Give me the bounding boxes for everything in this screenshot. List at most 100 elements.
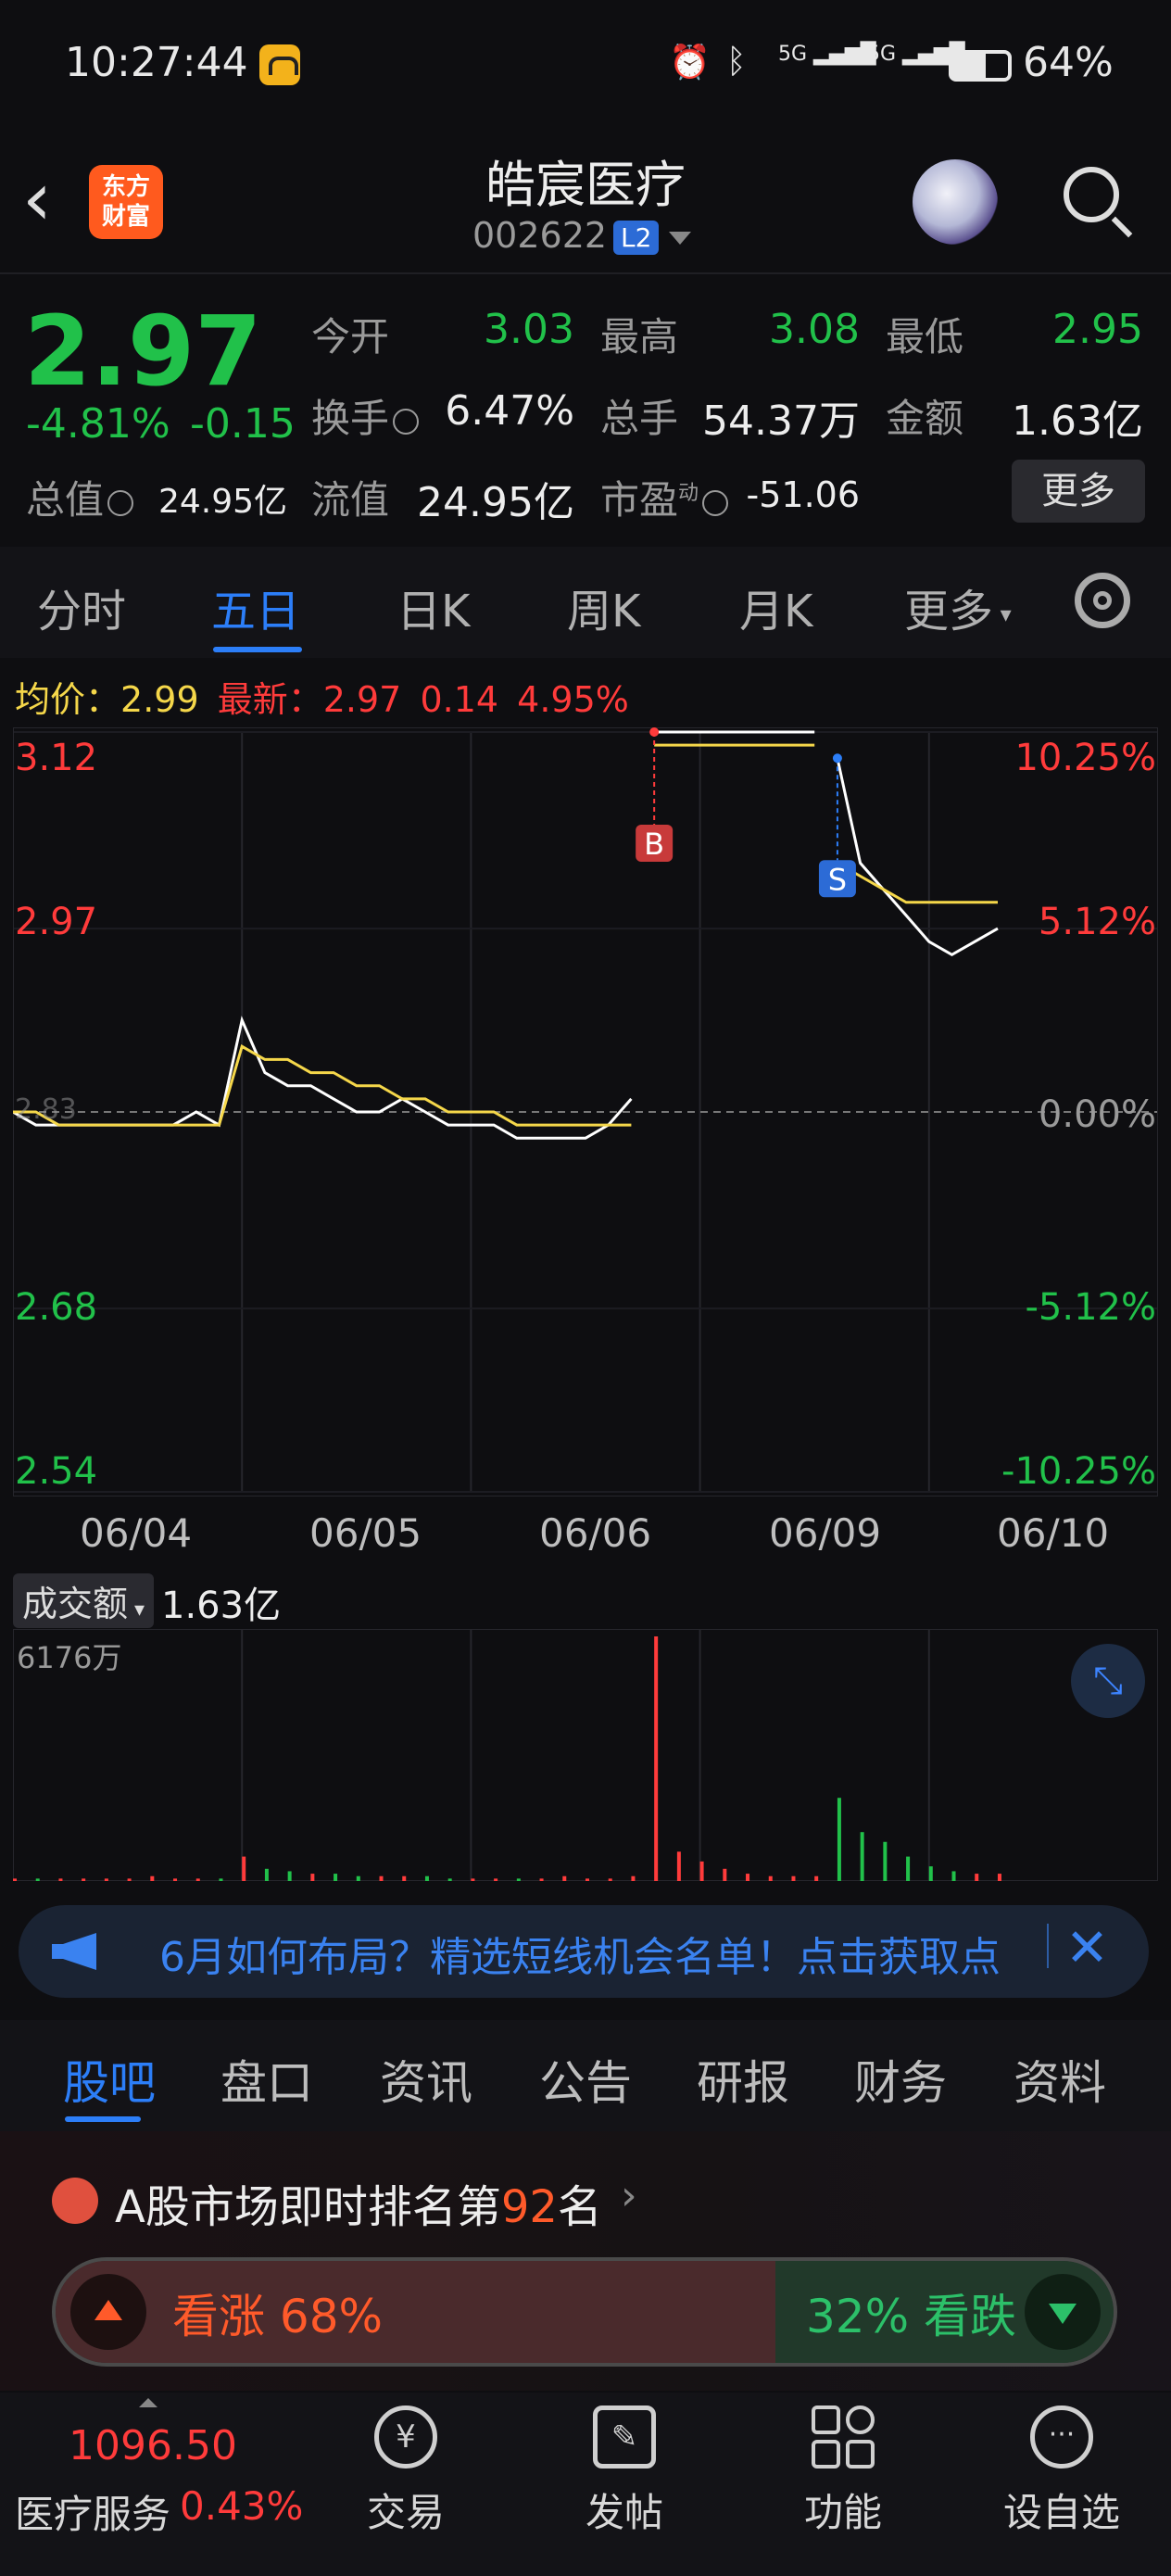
yen-icon: ¥ [374, 2406, 437, 2469]
marker-label: B [644, 827, 664, 862]
volume-frame [13, 1629, 1158, 1881]
x-tick: 06/09 [769, 1510, 882, 1556]
y-left-tick: 2.97 [15, 901, 98, 943]
nav-trade[interactable]: ¥ 交易 [332, 2406, 480, 2538]
y-right-tick: -10.25% [1001, 1450, 1156, 1493]
divider [0, 272, 1171, 274]
float-value: 24.95亿 [417, 479, 574, 526]
avg-price-bar: 均价：2.99 最新：2.97 0.14 4.95% [15, 679, 629, 720]
volume-bar [975, 1874, 979, 1881]
high-value: 3.08 [769, 306, 860, 353]
sector-index-value[interactable]: 1096.50 [69, 2422, 237, 2469]
level2-badge[interactable]: L2 [613, 221, 660, 255]
status-bar: 10:27:44 ⏰ ᛒ 5G ▂▄▆█ 5G ▂▄▆█ 64% [0, 0, 1171, 139]
bearish-arrow-icon[interactable] [1025, 2274, 1101, 2350]
tab-announcements[interactable]: 公告 [539, 2046, 632, 2113]
five-day-chart[interactable]: BS [13, 727, 1158, 1496]
y-right-tick: 10.25% [1014, 737, 1156, 779]
edit-icon: ✎ [593, 2406, 656, 2469]
float-label: 流值 [311, 477, 390, 523]
nav-post[interactable]: ✎ 发帖 [550, 2406, 699, 2538]
chevron-right-icon[interactable]: › [621, 2172, 637, 2219]
tab-daily-k[interactable]: 日K [397, 575, 470, 639]
y-right-tick: 0.00% [1038, 1093, 1156, 1136]
volume-bar [860, 1832, 864, 1881]
volume-bar [516, 1878, 521, 1881]
x-tick: 06/06 [539, 1510, 652, 1556]
info-icon[interactable] [107, 489, 134, 516]
change-amount: -0.15 [190, 400, 296, 448]
bullish-label[interactable]: 看涨 68% [172, 2279, 383, 2346]
expand-icon[interactable]: ⤡ [1071, 1644, 1145, 1718]
volume-bar [837, 1798, 841, 1881]
tab-orderbook[interactable]: 盘口 [220, 2046, 313, 2113]
ranking-text[interactable]: A股市场即时排名第92名 [115, 2170, 602, 2235]
volume-bar [173, 1878, 178, 1881]
sector-name[interactable]: 医疗服务 [15, 2483, 170, 2540]
assistant-avatar[interactable] [913, 159, 998, 245]
change-percent: -4.81% [26, 400, 170, 448]
bearish-label[interactable]: 32% 看跌 [806, 2279, 1016, 2346]
info-icon[interactable] [393, 408, 420, 435]
tab-weekly-k[interactable]: 周K [567, 575, 640, 639]
more-quote-button[interactable]: 更多 [1012, 460, 1145, 523]
y-left-tick: 2.54 [15, 1450, 98, 1493]
close-icon[interactable]: ✕ [1065, 1918, 1109, 1978]
volume-chart [13, 1629, 1158, 1881]
volume-metric-select[interactable]: 成交额 ▾ [13, 1573, 155, 1628]
notification-app-icon [259, 44, 300, 85]
tab-intraday[interactable]: 分时 [37, 575, 126, 639]
volume-bar [150, 1875, 155, 1881]
high-label: 最高 [600, 314, 679, 360]
volume-bar [586, 1878, 589, 1881]
volume-bar [631, 1875, 636, 1881]
tab-five-day[interactable]: 五日 [211, 575, 300, 639]
y-left-tick: 2.83 [15, 1093, 77, 1126]
tab-news[interactable]: 资讯 [380, 2046, 472, 2113]
volume-bar [287, 1871, 292, 1881]
megaphone-icon [52, 1933, 96, 1970]
tab-finance[interactable]: 财务 [854, 2046, 947, 2113]
tab-profile[interactable]: 资料 [1014, 2046, 1106, 2113]
mktcap-value: 24.95亿 [157, 483, 287, 521]
search-icon[interactable] [1064, 167, 1119, 222]
banner-text[interactable]: 6月如何布局？精选短线机会名单！点击获取点 [159, 1924, 1039, 1983]
turnover-label: 换手 [311, 387, 420, 444]
volume-bar [242, 1856, 246, 1881]
caret-up-icon[interactable] [139, 2398, 157, 2407]
info-icon[interactable] [702, 489, 729, 516]
nav-add-watchlist[interactable]: ··· 设自选 [988, 2406, 1136, 2538]
amount-value: 1.63亿 [1012, 398, 1143, 445]
tab-more[interactable]: 更多 ▾ [904, 575, 1012, 639]
volume-bar [883, 1841, 888, 1881]
volume-bar [791, 1875, 796, 1881]
bullish-arrow-icon[interactable] [70, 2274, 146, 2350]
tab-monthly-k[interactable]: 月K [739, 575, 812, 639]
stock-code[interactable]: 002622 [472, 215, 607, 256]
chevron-down-icon[interactable] [669, 232, 691, 245]
amount-label: 金额 [886, 396, 964, 441]
banner-divider [1047, 1924, 1049, 1968]
low-label: 最低 [886, 314, 964, 360]
volume-bar [379, 1875, 384, 1881]
volume-bar [906, 1856, 911, 1881]
pe-label: 市盈动 [600, 469, 729, 525]
tab-underline [65, 2116, 141, 2122]
nav-functions[interactable]: 功能 [769, 2406, 917, 2538]
more-dots-icon: ··· [1030, 2406, 1093, 2469]
x-tick: 06/05 [309, 1510, 422, 1556]
avg-price-line [13, 1044, 632, 1127]
tab-research[interactable]: 研报 [697, 2046, 789, 2113]
sector-change[interactable]: 0.43% [180, 2483, 303, 2529]
volume-bar [356, 1875, 360, 1881]
caret-down-icon: ▾ [993, 601, 1012, 627]
status-time: 10:27:44 [65, 39, 248, 86]
volume-bar [219, 1878, 223, 1881]
volume-bar [264, 1868, 269, 1881]
volume-bar [310, 1874, 315, 1881]
gear-icon[interactable] [1075, 573, 1130, 628]
tab-guba[interactable]: 股吧 [63, 2046, 156, 2113]
y-right-tick: -5.12% [1025, 1286, 1156, 1329]
y-left-tick: 2.68 [15, 1286, 98, 1329]
volume-bar [746, 1874, 750, 1881]
